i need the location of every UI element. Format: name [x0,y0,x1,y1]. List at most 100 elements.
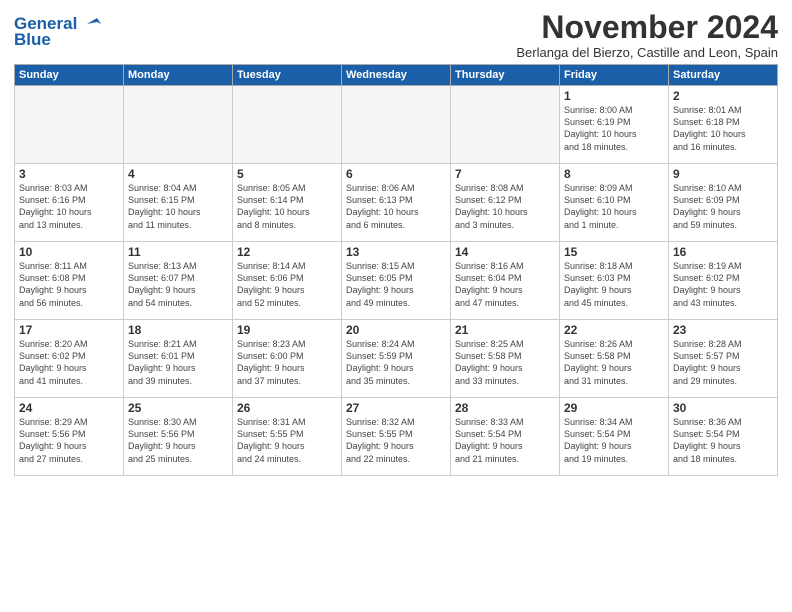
col-header-sunday: Sunday [15,65,124,86]
day-number: 5 [237,167,337,181]
day-cell: 14Sunrise: 8:16 AM Sunset: 6:04 PM Dayli… [451,242,560,320]
day-info: Sunrise: 8:08 AM Sunset: 6:12 PM Dayligh… [455,182,555,231]
day-cell: 27Sunrise: 8:32 AM Sunset: 5:55 PM Dayli… [342,398,451,476]
day-cell: 16Sunrise: 8:19 AM Sunset: 6:02 PM Dayli… [669,242,778,320]
day-cell [233,86,342,164]
day-cell: 26Sunrise: 8:31 AM Sunset: 5:55 PM Dayli… [233,398,342,476]
day-cell: 12Sunrise: 8:14 AM Sunset: 6:06 PM Dayli… [233,242,342,320]
day-number: 20 [346,323,446,337]
day-cell: 24Sunrise: 8:29 AM Sunset: 5:56 PM Dayli… [15,398,124,476]
col-header-thursday: Thursday [451,65,560,86]
day-info: Sunrise: 8:19 AM Sunset: 6:02 PM Dayligh… [673,260,773,309]
day-info: Sunrise: 8:18 AM Sunset: 6:03 PM Dayligh… [564,260,664,309]
day-number: 25 [128,401,228,415]
day-number: 15 [564,245,664,259]
day-cell: 28Sunrise: 8:33 AM Sunset: 5:54 PM Dayli… [451,398,560,476]
day-info: Sunrise: 8:00 AM Sunset: 6:19 PM Dayligh… [564,104,664,153]
day-info: Sunrise: 8:23 AM Sunset: 6:00 PM Dayligh… [237,338,337,387]
week-row-5: 24Sunrise: 8:29 AM Sunset: 5:56 PM Dayli… [15,398,778,476]
day-cell: 23Sunrise: 8:28 AM Sunset: 5:57 PM Dayli… [669,320,778,398]
day-info: Sunrise: 8:21 AM Sunset: 6:01 PM Dayligh… [128,338,228,387]
col-header-friday: Friday [560,65,669,86]
day-info: Sunrise: 8:14 AM Sunset: 6:06 PM Dayligh… [237,260,337,309]
day-number: 21 [455,323,555,337]
day-number: 23 [673,323,773,337]
header-row: SundayMondayTuesdayWednesdayThursdayFrid… [15,65,778,86]
day-number: 19 [237,323,337,337]
week-row-1: 1Sunrise: 8:00 AM Sunset: 6:19 PM Daylig… [15,86,778,164]
day-cell: 1Sunrise: 8:00 AM Sunset: 6:19 PM Daylig… [560,86,669,164]
day-number: 8 [564,167,664,181]
day-info: Sunrise: 8:29 AM Sunset: 5:56 PM Dayligh… [19,416,119,465]
day-number: 6 [346,167,446,181]
day-number: 16 [673,245,773,259]
day-cell: 3Sunrise: 8:03 AM Sunset: 6:16 PM Daylig… [15,164,124,242]
day-number: 13 [346,245,446,259]
month-title: November 2024 [516,10,778,45]
day-number: 1 [564,89,664,103]
day-number: 11 [128,245,228,259]
logo-bird-icon [79,14,105,34]
day-info: Sunrise: 8:13 AM Sunset: 6:07 PM Dayligh… [128,260,228,309]
subtitle: Berlanga del Bierzo, Castille and Leon, … [516,45,778,60]
day-info: Sunrise: 8:16 AM Sunset: 6:04 PM Dayligh… [455,260,555,309]
day-info: Sunrise: 8:20 AM Sunset: 6:02 PM Dayligh… [19,338,119,387]
day-info: Sunrise: 8:10 AM Sunset: 6:09 PM Dayligh… [673,182,773,231]
day-cell: 22Sunrise: 8:26 AM Sunset: 5:58 PM Dayli… [560,320,669,398]
calendar-table: SundayMondayTuesdayWednesdayThursdayFrid… [14,64,778,476]
day-cell [15,86,124,164]
col-header-monday: Monday [124,65,233,86]
day-cell: 4Sunrise: 8:04 AM Sunset: 6:15 PM Daylig… [124,164,233,242]
day-cell [124,86,233,164]
day-cell: 11Sunrise: 8:13 AM Sunset: 6:07 PM Dayli… [124,242,233,320]
day-number: 4 [128,167,228,181]
logo-blue: Blue [14,30,51,50]
day-cell: 7Sunrise: 8:08 AM Sunset: 6:12 PM Daylig… [451,164,560,242]
day-cell: 10Sunrise: 8:11 AM Sunset: 6:08 PM Dayli… [15,242,124,320]
week-row-4: 17Sunrise: 8:20 AM Sunset: 6:02 PM Dayli… [15,320,778,398]
day-number: 9 [673,167,773,181]
day-number: 2 [673,89,773,103]
day-cell: 5Sunrise: 8:05 AM Sunset: 6:14 PM Daylig… [233,164,342,242]
day-cell: 9Sunrise: 8:10 AM Sunset: 6:09 PM Daylig… [669,164,778,242]
day-cell: 25Sunrise: 8:30 AM Sunset: 5:56 PM Dayli… [124,398,233,476]
day-cell: 19Sunrise: 8:23 AM Sunset: 6:00 PM Dayli… [233,320,342,398]
day-number: 24 [19,401,119,415]
day-cell: 6Sunrise: 8:06 AM Sunset: 6:13 PM Daylig… [342,164,451,242]
day-info: Sunrise: 8:24 AM Sunset: 5:59 PM Dayligh… [346,338,446,387]
day-info: Sunrise: 8:25 AM Sunset: 5:58 PM Dayligh… [455,338,555,387]
day-number: 17 [19,323,119,337]
day-info: Sunrise: 8:06 AM Sunset: 6:13 PM Dayligh… [346,182,446,231]
day-number: 26 [237,401,337,415]
day-info: Sunrise: 8:33 AM Sunset: 5:54 PM Dayligh… [455,416,555,465]
day-number: 28 [455,401,555,415]
day-info: Sunrise: 8:26 AM Sunset: 5:58 PM Dayligh… [564,338,664,387]
day-info: Sunrise: 8:09 AM Sunset: 6:10 PM Dayligh… [564,182,664,231]
day-cell [342,86,451,164]
day-cell: 8Sunrise: 8:09 AM Sunset: 6:10 PM Daylig… [560,164,669,242]
week-row-3: 10Sunrise: 8:11 AM Sunset: 6:08 PM Dayli… [15,242,778,320]
day-info: Sunrise: 8:04 AM Sunset: 6:15 PM Dayligh… [128,182,228,231]
day-info: Sunrise: 8:03 AM Sunset: 6:16 PM Dayligh… [19,182,119,231]
day-info: Sunrise: 8:32 AM Sunset: 5:55 PM Dayligh… [346,416,446,465]
day-info: Sunrise: 8:30 AM Sunset: 5:56 PM Dayligh… [128,416,228,465]
day-cell: 2Sunrise: 8:01 AM Sunset: 6:18 PM Daylig… [669,86,778,164]
day-number: 12 [237,245,337,259]
day-cell [451,86,560,164]
day-cell: 30Sunrise: 8:36 AM Sunset: 5:54 PM Dayli… [669,398,778,476]
day-cell: 20Sunrise: 8:24 AM Sunset: 5:59 PM Dayli… [342,320,451,398]
day-cell: 18Sunrise: 8:21 AM Sunset: 6:01 PM Dayli… [124,320,233,398]
day-info: Sunrise: 8:28 AM Sunset: 5:57 PM Dayligh… [673,338,773,387]
day-cell: 17Sunrise: 8:20 AM Sunset: 6:02 PM Dayli… [15,320,124,398]
day-number: 27 [346,401,446,415]
day-info: Sunrise: 8:34 AM Sunset: 5:54 PM Dayligh… [564,416,664,465]
day-number: 30 [673,401,773,415]
day-info: Sunrise: 8:05 AM Sunset: 6:14 PM Dayligh… [237,182,337,231]
day-number: 3 [19,167,119,181]
day-cell: 13Sunrise: 8:15 AM Sunset: 6:05 PM Dayli… [342,242,451,320]
day-info: Sunrise: 8:31 AM Sunset: 5:55 PM Dayligh… [237,416,337,465]
day-info: Sunrise: 8:11 AM Sunset: 6:08 PM Dayligh… [19,260,119,309]
day-number: 22 [564,323,664,337]
day-info: Sunrise: 8:01 AM Sunset: 6:18 PM Dayligh… [673,104,773,153]
week-row-2: 3Sunrise: 8:03 AM Sunset: 6:16 PM Daylig… [15,164,778,242]
